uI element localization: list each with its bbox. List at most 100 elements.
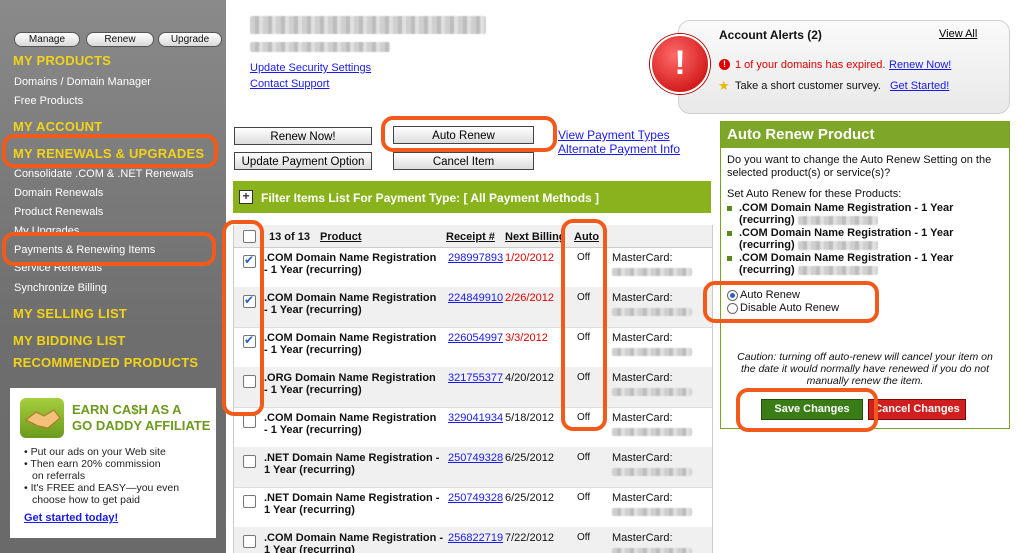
row-payment-card: MasterCard:: [612, 372, 692, 396]
row-payment-card: MasterCard:: [612, 532, 692, 553]
save-changes-button[interactable]: Save Changes: [761, 399, 863, 420]
table-row[interactable]: .NET Domain Name Registration -1 Year (r…: [234, 447, 712, 488]
row-payment-card: MasterCard:: [612, 332, 692, 356]
alert-stop-icon: !: [650, 34, 710, 94]
row-checkbox[interactable]: [243, 293, 256, 308]
row-receipt-link[interactable]: 256822719: [448, 532, 503, 544]
row-receipt-link[interactable]: 250749328: [448, 492, 503, 504]
row-checkbox[interactable]: [243, 415, 256, 428]
cancel-changes-button[interactable]: Cancel Changes: [868, 399, 966, 420]
table-row[interactable]: .COM Domain Name Registration- 1 Year (r…: [234, 407, 712, 448]
row-receipt-link[interactable]: 329041934: [448, 412, 503, 424]
sidebar-item-domain-manager[interactable]: Domains / Domain Manager: [14, 76, 151, 88]
my-products-heading[interactable]: MY PRODUCTS: [13, 53, 111, 68]
account-alerts-box: Account Alerts (2) View All ! 1 of your …: [678, 20, 1010, 114]
row-next-billing: 5/18/2012: [505, 412, 554, 424]
upgrade-button[interactable]: Upgrade: [158, 32, 222, 47]
header-next-billing[interactable]: Next Billing: [505, 231, 565, 243]
row-auto-status: Off: [577, 492, 591, 503]
row-checkbox[interactable]: [243, 375, 256, 388]
row-next-billing: 6/25/2012: [505, 452, 554, 464]
sidebar-item-payments-renewing[interactable]: Payments & Renewing Items: [14, 244, 155, 256]
renew-button[interactable]: Renew: [86, 32, 154, 47]
table-row[interactable]: .NET Domain Name Registration -1 Year (r…: [234, 487, 712, 528]
filter-bar: + Filter Items List For Payment Type: [ …: [233, 181, 711, 213]
table-row[interactable]: .COM Domain Name Registration- 1 Year (r…: [234, 327, 712, 368]
recommended-heading[interactable]: RECOMMENDED PRODUCTS: [13, 355, 198, 370]
header-product[interactable]: Product: [320, 231, 362, 243]
view-all-link[interactable]: View All: [939, 28, 977, 40]
table-row[interactable]: .COM Domain Name Registration -1 Year (r…: [234, 527, 712, 553]
row-checkbox[interactable]: [243, 333, 256, 348]
affiliate-title: EARN CA$H AS A GO DADDY AFFILIATE: [72, 402, 211, 433]
sidebar-item-synchronize-billing[interactable]: Synchronize Billing: [14, 282, 107, 294]
left-sidebar: Manage Renew Upgrade MY PRODUCTS Domains…: [0, 0, 226, 553]
manage-button[interactable]: Manage: [14, 32, 80, 47]
handshake-icon: [20, 398, 64, 438]
header-receipt[interactable]: Receipt #: [446, 231, 495, 243]
table-row[interactable]: .COM Domain Name Registration- 1 Year (r…: [234, 287, 712, 328]
update-security-link[interactable]: Update Security Settings: [250, 62, 371, 74]
sidebar-item-consolidate[interactable]: Consolidate .COM & .NET Renewals: [14, 168, 194, 180]
contact-support-link[interactable]: Contact Support: [250, 78, 330, 90]
select-all-checkbox[interactable]: [243, 230, 256, 243]
row-payment-card: MasterCard:: [612, 492, 692, 516]
table-row[interactable]: .ORG Domain Name Registration - 1 Year (r…: [234, 367, 712, 408]
affiliate-get-started-link[interactable]: Get started today!: [24, 512, 118, 524]
item-count: 13 of 13: [269, 231, 310, 243]
row-product: .NET Domain Name Registration -1 Year (r…: [264, 452, 440, 476]
row-auto-status: Off: [577, 332, 591, 343]
sidebar-item-product-renewals[interactable]: Product Renewals: [14, 206, 103, 218]
row-receipt-link[interactable]: 250749328: [448, 452, 503, 464]
row-checkbox[interactable]: [243, 253, 256, 268]
row-receipt-link[interactable]: 298997893: [448, 252, 503, 264]
header-auto[interactable]: Auto: [574, 231, 599, 243]
my-account-heading[interactable]: MY ACCOUNT: [13, 119, 102, 134]
my-bidding-heading[interactable]: MY BIDDING LIST: [13, 333, 126, 348]
affiliate-ad: EARN CA$H AS A GO DADDY AFFILIATE • Put …: [10, 388, 216, 538]
error-icon: !: [719, 59, 730, 70]
table-row[interactable]: .COM Domain Name Registration- 1 Year (r…: [234, 247, 712, 288]
renew-now-button[interactable]: Renew Now!: [234, 127, 372, 145]
row-auto-status: Off: [577, 292, 591, 303]
update-payment-button[interactable]: Update Payment Option: [234, 152, 372, 170]
my-renewals-heading[interactable]: MY RENEWALS & UPGRADES: [13, 146, 204, 161]
view-payment-types-link[interactable]: View Payment Types: [558, 128, 670, 142]
my-selling-heading[interactable]: MY SELLING LIST: [13, 306, 127, 321]
row-product: .COM Domain Name Registration - 1 Year (r…: [264, 332, 437, 356]
row-auto-status: Off: [577, 452, 591, 463]
alternate-payment-link[interactable]: Alternate Payment Info: [558, 142, 680, 156]
radio-off-icon[interactable]: [727, 302, 738, 314]
row-receipt-link[interactable]: 226054997: [448, 332, 503, 344]
expand-plus-icon[interactable]: +: [239, 190, 253, 204]
row-checkbox[interactable]: [243, 535, 256, 548]
renew-now-link[interactable]: Renew Now!: [889, 59, 951, 71]
sidebar-item-domain-renewals[interactable]: Domain Renewals: [14, 187, 103, 199]
sidebar-item-my-upgrades[interactable]: My Upgrades: [14, 225, 79, 233]
star-icon: ★: [718, 78, 730, 93]
row-product: .ORG Domain Name Registration - 1 Year (r…: [264, 372, 436, 396]
filter-label[interactable]: Filter Items List For Payment Type: [ Al…: [261, 191, 599, 205]
row-auto-status: Off: [577, 252, 591, 263]
sidebar-item-service-renewals[interactable]: Service Renewals: [14, 265, 102, 274]
panel-product-item: .COM Domain Name Registration - 1 Year (r…: [727, 202, 1003, 227]
auto-renew-button[interactable]: Auto Renew: [393, 126, 534, 144]
get-started-link[interactable]: Get Started!: [890, 80, 949, 92]
row-checkbox[interactable]: [243, 495, 256, 508]
sidebar-item-free-products[interactable]: Free Products: [14, 95, 83, 107]
row-auto-status: Off: [577, 532, 591, 543]
auto-renew-radio-row[interactable]: Auto Renew: [727, 289, 800, 301]
row-next-billing: 3/3/2012: [505, 332, 548, 344]
row-receipt-link[interactable]: 224849910: [448, 292, 503, 304]
radio-on-icon[interactable]: [727, 289, 738, 301]
alerts-title: Account Alerts (2): [719, 28, 822, 42]
row-auto-status: Off: [577, 412, 591, 423]
cancel-item-button[interactable]: Cancel Item: [393, 152, 534, 170]
row-checkbox[interactable]: [243, 455, 256, 468]
row-receipt-link[interactable]: 321755377: [448, 372, 503, 384]
auto-renew-panel: Auto Renew Product Do you want to change…: [720, 121, 1010, 429]
row-product: .COM Domain Name Registration - 1 Year (r…: [264, 252, 437, 276]
row-payment-card: MasterCard:: [612, 252, 692, 276]
disable-auto-renew-radio-row[interactable]: Disable Auto Renew: [727, 302, 839, 314]
row-auto-status: Off: [577, 372, 591, 383]
